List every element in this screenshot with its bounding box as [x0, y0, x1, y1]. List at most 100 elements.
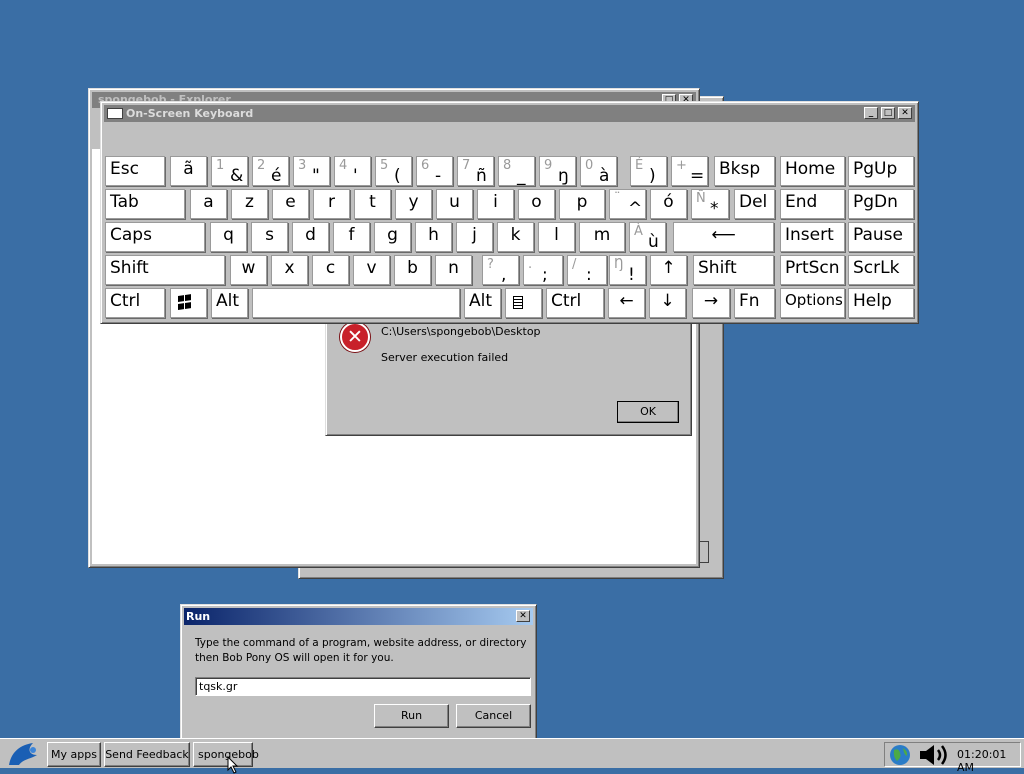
key-altgr[interactable]: Alt	[464, 288, 501, 318]
key-n[interactable]: n	[435, 255, 472, 285]
key-bksp[interactable]: Bksp	[714, 156, 775, 186]
key-label: ù	[648, 232, 659, 252]
key-pause[interactable]: Pause	[848, 222, 914, 252]
run-titlebar[interactable]: Run ✕	[184, 608, 533, 625]
key-8[interactable]: 8 _	[498, 156, 535, 186]
key-pgup[interactable]: PgUp	[848, 156, 914, 186]
osk-keys: Esc ã 1 & 2 é 3 " 4 ' 5(6-7 ñ 8 _ 9 ŋ 0 à É) + = Bksp Home PgUp…	[101, 102, 918, 323]
key-j[interactable]: j	[456, 222, 493, 252]
key-win[interactable]	[170, 288, 207, 318]
key-label: ó	[663, 192, 674, 212]
key-caps[interactable]: Caps	[105, 222, 205, 252]
explorer-scroll-stub[interactable]	[699, 541, 709, 563]
key-tilde[interactable]: ã	[170, 156, 207, 186]
key-up[interactable]: ↑	[650, 255, 687, 285]
error-ok-button[interactable]: OK	[617, 401, 679, 423]
volume-icon[interactable]	[917, 743, 953, 767]
key-w[interactable]: w	[230, 255, 267, 285]
key-down[interactable]: ↓	[649, 288, 686, 318]
key-k[interactable]: k	[497, 222, 534, 252]
key-end[interactable]: End	[780, 189, 845, 219]
key-shift-label: Ñ	[696, 191, 706, 206]
key-label: Pause	[853, 225, 903, 245]
key-x[interactable]: x	[271, 255, 308, 285]
key-q[interactable]: q	[210, 222, 247, 252]
key-g[interactable]: g	[374, 222, 411, 252]
key-help[interactable]: Help	[848, 288, 914, 318]
key-right[interactable]: →	[692, 288, 730, 318]
key-caret[interactable]: ¨ ^	[609, 189, 646, 219]
key-lshift[interactable]: Shift	[105, 255, 225, 285]
cancel-button[interactable]: Cancel	[456, 704, 531, 728]
taskbar-item-spongebob[interactable]: spongebob	[193, 742, 259, 767]
run-button[interactable]: Run	[374, 704, 449, 728]
key-3[interactable]: 3 "	[293, 156, 330, 186]
key-y[interactable]: y	[395, 189, 432, 219]
key-o[interactable]: o	[518, 189, 555, 219]
key-fn[interactable]: Fn	[734, 288, 775, 318]
key-tab[interactable]: Tab	[105, 189, 185, 219]
key-l[interactable]: l	[538, 222, 575, 252]
taskbar-item-send-feedback[interactable]: Send Feedback	[104, 742, 190, 767]
key-excl[interactable]: Ŋ!	[609, 255, 646, 285]
run-input[interactable]	[195, 677, 531, 696]
key-rctrl[interactable]: Ctrl	[546, 288, 604, 318]
key-enter[interactable]: ⟵	[673, 222, 774, 252]
key-prtscn[interactable]: PrtScn	[780, 255, 845, 285]
key-label: f	[348, 225, 355, 245]
key-e[interactable]: e	[272, 189, 309, 219]
key-h[interactable]: h	[415, 222, 452, 252]
key-m[interactable]: m	[579, 222, 625, 252]
key-s[interactable]: s	[251, 222, 288, 252]
key-2[interactable]: 2é	[252, 156, 289, 186]
key-pgdn[interactable]: PgDn	[848, 189, 914, 219]
taskbar-item-my-apps[interactable]: My apps	[47, 742, 101, 767]
key-b[interactable]: b	[394, 255, 431, 285]
key-label: é	[271, 166, 282, 186]
key-ntilde[interactable]: Ñ *	[691, 189, 729, 219]
key-home[interactable]: Home	[780, 156, 845, 186]
key-7[interactable]: 7ñ	[457, 156, 494, 186]
key-4[interactable]: 4 '	[334, 156, 371, 186]
run-close-button[interactable]: ✕	[516, 610, 530, 622]
key-eacute[interactable]: É)	[630, 156, 667, 186]
key-i[interactable]: i	[477, 189, 514, 219]
key-p[interactable]: p	[559, 189, 605, 219]
key-z[interactable]: z	[231, 189, 268, 219]
key-semicolon[interactable]: .;	[523, 255, 563, 285]
key-options[interactable]: Options	[780, 288, 845, 318]
key-scrlk[interactable]: ScrLk	[848, 255, 914, 285]
key-menu[interactable]	[505, 288, 542, 318]
key-insert[interactable]: Insert	[780, 222, 845, 252]
context-menu-icon	[513, 296, 523, 309]
key-shift-label: /	[572, 257, 577, 272]
key-left[interactable]: ←	[608, 288, 645, 318]
key-0[interactable]: 0à	[580, 156, 617, 186]
key-u[interactable]: u	[436, 189, 473, 219]
globe-icon[interactable]	[887, 743, 913, 767]
start-button[interactable]	[3, 741, 45, 767]
key-space[interactable]	[252, 288, 460, 318]
key-ugrave[interactable]: Àù	[629, 222, 666, 252]
key-ctrl[interactable]: Ctrl	[105, 288, 165, 318]
key-v[interactable]: v	[353, 255, 390, 285]
key-d[interactable]: d	[292, 222, 329, 252]
key-r[interactable]: r	[313, 189, 350, 219]
key-oacute[interactable]: ó	[650, 189, 687, 219]
key-a[interactable]: a	[190, 189, 227, 219]
key-colon[interactable]: /:	[567, 255, 607, 285]
key-rshift[interactable]: Shift	[693, 255, 774, 285]
key-1[interactable]: 1 &	[211, 156, 248, 186]
key-del[interactable]: Del	[734, 189, 775, 219]
key-plus[interactable]: + =	[671, 156, 708, 186]
key-alt[interactable]: Alt	[211, 288, 248, 318]
key-comma[interactable]: ?,	[482, 255, 519, 285]
key-5[interactable]: 5(	[375, 156, 412, 186]
key-9[interactable]: 9ŋ	[539, 156, 576, 186]
key-c[interactable]: c	[312, 255, 349, 285]
key-esc[interactable]: Esc	[105, 156, 165, 186]
key-label: End	[785, 192, 818, 212]
key-f[interactable]: f	[333, 222, 370, 252]
key-t[interactable]: t	[354, 189, 391, 219]
key-6[interactable]: 6-	[416, 156, 453, 186]
